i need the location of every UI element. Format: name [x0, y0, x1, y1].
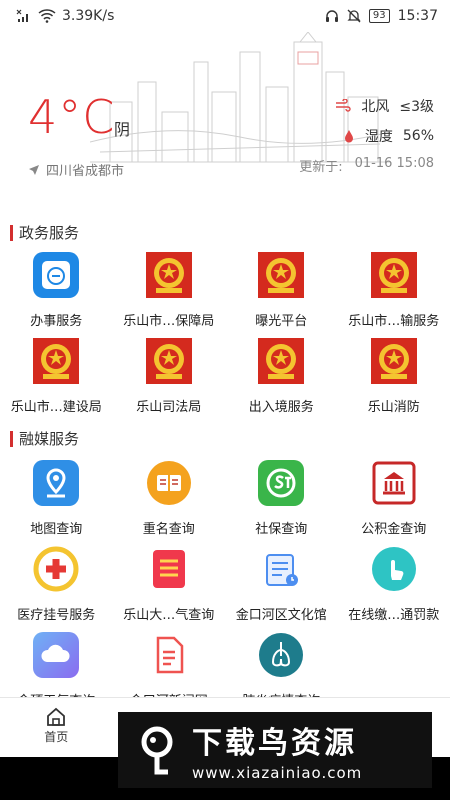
gov-service-item[interactable]: 乐山司法局 [113, 334, 226, 420]
nav-home-label: 首页 [44, 730, 69, 744]
lungs-icon [258, 632, 304, 678]
humidity-label: 湿度 [364, 129, 393, 145]
gov-service-item-label: 乐山消防 [367, 400, 420, 415]
media-service-item-label: 公积金查询 [361, 522, 427, 537]
list-icon [146, 546, 192, 592]
calendar-icon [258, 546, 304, 592]
gov-service-item[interactable]: 乐山市…建设局 [0, 334, 113, 420]
media-service-item-label: 重名查询 [142, 522, 195, 537]
emblem-icon [258, 338, 305, 384]
emblem-icon [370, 338, 417, 384]
social-security-icon [258, 460, 305, 506]
emblem-icon [145, 252, 192, 298]
emblem-icon [33, 338, 80, 384]
watermark-url: www.xiazainiao.com [192, 764, 363, 782]
bell-muted-icon [347, 9, 361, 23]
network-speed: 3.39K/s [62, 8, 115, 24]
gov-service-item[interactable]: 出入境服务 [225, 334, 338, 420]
update-time: 更新于: 01-16 15:08 [299, 156, 434, 175]
home-icon [47, 707, 66, 726]
media-service-item-label: 社保查询 [255, 522, 308, 537]
media-service-item-label: 在线缴…通罚款 [348, 608, 440, 623]
media-service-item[interactable]: 地图查询 [0, 456, 113, 542]
gov-service-item-label: 乐山市…保障局 [123, 314, 215, 329]
media-service-item[interactable]: 金口河区文化馆 [225, 542, 338, 628]
watermark-overlay: 下载鸟资源 www.xiazainiao.com [118, 712, 432, 788]
media-service-item-label: 地图查询 [30, 522, 83, 537]
battery-indicator: 93 [368, 9, 390, 23]
gov-service-item-label: 乐山市…输服务 [348, 314, 440, 329]
service-icon [33, 252, 80, 298]
gov-service-item[interactable]: 乐山市…保障局 [113, 248, 226, 334]
gov-service-item-label: 曝光平台 [255, 314, 308, 329]
bank-icon [371, 460, 417, 506]
bird-logo-icon [141, 726, 173, 775]
section-accent-bar [10, 430, 13, 447]
humidity-value: 56% [402, 128, 434, 144]
gov-service-item-label: 办事服务 [30, 314, 83, 329]
weather-card[interactable]: 4°C 阴 四川省成都市 北风 ≤3级 湿度 56% 更新于: 01-16 15… [0, 32, 450, 192]
gov-service-item[interactable]: 办事服务 [0, 248, 113, 334]
humidity-info: 湿度 56% [343, 126, 434, 146]
document-icon [146, 632, 192, 678]
watermark-title: 下载鸟资源 [192, 726, 357, 761]
gov-service-item-label: 乐山司法局 [136, 400, 202, 415]
update-label: 更新于: [299, 160, 343, 175]
location-arrow-icon [29, 164, 39, 175]
temperature: 4°C [28, 90, 116, 144]
status-right: 93 15:37 [325, 8, 438, 24]
book-icon [146, 460, 192, 506]
water-drop-icon [344, 130, 353, 143]
weather-condition: 阴 [114, 120, 131, 139]
wind-direction: 北风 [361, 99, 390, 115]
gov-service-item-label: 乐山市…建设局 [10, 400, 102, 415]
gov-section-title: 政务服务 [19, 224, 80, 242]
status-left: 3.39K/s [16, 8, 114, 24]
section-accent-bar [10, 224, 13, 241]
medical-cross-icon [33, 546, 79, 592]
gov-service-grid: 办事服务 乐山市…保障局 曝光平台 乐山市…输服务乐山市…建设局 乐山司法局 出入境服务 乐… [0, 248, 450, 420]
media-service-grid: 地图查询 重名查询 社保查询 公积金查询医疗挂号服务 乐山大…气查询 金口河区文化馆 在线缴… [0, 456, 450, 714]
media-service-item[interactable]: 医疗挂号服务 [0, 542, 113, 628]
emblem-icon [258, 252, 305, 298]
status-bar: 3.39K/s 93 15:37 [0, 0, 450, 32]
emblem-icon [370, 252, 417, 298]
gov-section-header: 政务服务 [10, 222, 79, 243]
location[interactable]: 四川省成都市 [28, 160, 124, 179]
media-service-item[interactable]: 乐山大…气查询 [113, 542, 226, 628]
gov-service-item[interactable]: 乐山市…输服务 [338, 248, 450, 334]
wind-icon [336, 99, 352, 112]
update-value: 01-16 15:08 [354, 156, 434, 171]
media-section-header: 融媒服务 [10, 428, 79, 449]
headset-icon [325, 10, 338, 22]
media-service-item-label: 医疗挂号服务 [17, 608, 96, 623]
wifi-icon [38, 9, 56, 23]
wind-info: 北风 ≤3级 [335, 96, 434, 116]
media-service-item[interactable]: 社保查询 [225, 456, 338, 542]
media-service-item[interactable]: 在线缴…通罚款 [338, 542, 450, 628]
signal-off-icon [16, 9, 28, 22]
location-text: 四川省成都市 [46, 164, 125, 179]
media-service-item[interactable]: 重名查询 [113, 456, 226, 542]
map-pin-icon [33, 460, 80, 506]
media-service-item-label: 乐山大…气查询 [123, 608, 215, 623]
gov-service-item[interactable]: 乐山消防 [338, 334, 450, 420]
media-service-item[interactable]: 公积金查询 [338, 456, 450, 542]
media-service-item-label: 金口河区文化馆 [235, 608, 327, 623]
gov-service-item-label: 出入境服务 [248, 400, 314, 415]
status-time: 15:37 [397, 8, 438, 24]
wind-level: ≤3级 [399, 99, 434, 115]
cloud-icon [33, 632, 80, 678]
media-section-title: 融媒服务 [19, 430, 80, 448]
emblem-icon [145, 338, 192, 384]
nav-home[interactable]: 首页 [0, 698, 113, 757]
gov-service-item[interactable]: 曝光平台 [225, 248, 338, 334]
tap-icon [371, 546, 417, 592]
